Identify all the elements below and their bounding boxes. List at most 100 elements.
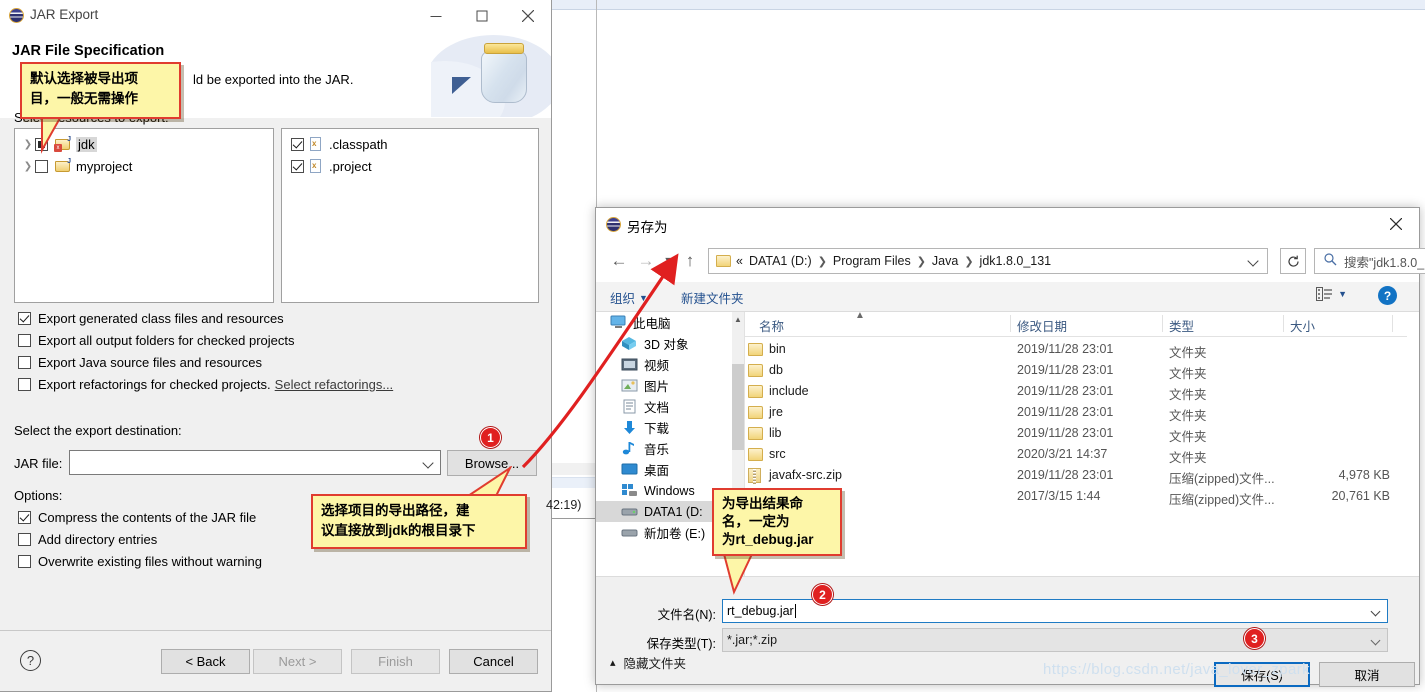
option-compress-contents[interactable]: Compress the contents of the JAR file [18, 510, 256, 525]
scrollbar-thumb[interactable] [732, 364, 744, 450]
breadcrumb-item-3[interactable]: jdk1.8.0_131 [980, 254, 1052, 268]
nav-item-label: 此电脑 [633, 317, 671, 331]
table-row[interactable]: lib 2019/11/28 23:01 文件夹 [745, 424, 1419, 445]
list-item-project[interactable]: x .project [282, 155, 538, 177]
file-type: 文件夹 [1169, 367, 1207, 381]
file-list[interactable]: 名称 修改日期 类型 大小 ▲ bin 2019/11/28 23:01 文件夹… [745, 312, 1419, 577]
filetype-select[interactable]: *.jar;*.zip [722, 628, 1388, 652]
checkbox-overwrite[interactable] [18, 555, 31, 568]
file-size: 20,761 KB [1331, 489, 1390, 503]
breadcrumb-item-2[interactable]: Java [932, 254, 958, 268]
nav-item-documents[interactable]: 文档 [596, 396, 744, 417]
table-row[interactable]: include 2019/11/28 23:01 文件夹 [745, 382, 1419, 403]
checkbox-myproject[interactable] [35, 159, 48, 173]
table-row[interactable]: javafx-src.zip 2019/11/28 23:01 压缩(zippe… [745, 466, 1419, 487]
option-export-refactorings[interactable]: Export refactorings for checked projects… [18, 377, 393, 392]
search-placeholder-text: 搜索"jdk1.8.0_131" [1344, 255, 1425, 270]
jar-export-body: Select resources to export: ❯ Jx jdk ❯ J… [0, 110, 551, 631]
checkbox-compress[interactable] [18, 511, 31, 524]
option-overwrite-existing[interactable]: Overwrite existing files without warning [18, 554, 262, 569]
breadcrumb[interactable]: « DATA1 (D:) ❯ Program Files ❯ Java ❯ jd… [708, 248, 1268, 274]
column-header-type[interactable]: 类型 [1169, 316, 1194, 335]
file-modified: 2019/11/28 23:01 [1017, 426, 1114, 440]
option-add-directory-entries[interactable]: Add directory entries [18, 532, 157, 547]
checkbox-export-java-source[interactable] [18, 356, 31, 369]
folder-icon [748, 343, 763, 356]
nav-item-music[interactable]: 音乐 [596, 438, 744, 459]
checkbox-project[interactable] [291, 159, 304, 173]
table-row[interactable]: src 2020/3/21 14:37 文件夹 [745, 445, 1419, 466]
chevron-down-icon[interactable] [1370, 635, 1381, 646]
cancel-button[interactable]: Cancel [449, 649, 538, 674]
nav-item-desktop[interactable]: 桌面 [596, 459, 744, 480]
folder-icon [748, 385, 763, 398]
checkbox-classpath[interactable] [291, 137, 304, 151]
nav-item-downloads[interactable]: 下载 [596, 417, 744, 438]
breadcrumb-item-0[interactable]: DATA1 (D:) [749, 254, 812, 268]
nav-item-pictures[interactable]: 图片 [596, 375, 744, 396]
checkbox-export-output-folders[interactable] [18, 334, 31, 347]
maximize-icon[interactable] [459, 0, 505, 31]
drive-icon [621, 525, 638, 540]
chevron-down-icon[interactable] [1370, 606, 1381, 617]
jar-file-input[interactable] [69, 450, 441, 475]
option-label: Export all output folders for checked pr… [38, 333, 295, 348]
column-header-size[interactable]: 大小 [1290, 316, 1315, 335]
help-icon[interactable]: ? [1378, 286, 1397, 305]
refresh-icon[interactable] [1280, 248, 1306, 274]
up-arrow-icon[interactable]: ↑ [680, 250, 700, 272]
option-label: Overwrite existing files without warning [38, 554, 262, 569]
jar-export-titlebar[interactable]: JAR Export [0, 0, 551, 31]
help-icon[interactable]: ? [20, 650, 41, 671]
cancel-button[interactable]: 取消 [1319, 662, 1415, 687]
checkbox-export-refactorings[interactable] [18, 378, 31, 391]
view-list-icon[interactable]: ▼ [1316, 287, 1347, 301]
resource-list-right[interactable]: x .classpath x .project [281, 128, 539, 303]
checkbox-export-generated[interactable] [18, 312, 31, 325]
table-row[interactable]: db 2019/11/28 23:01 文件夹 [745, 361, 1419, 382]
minimize-icon[interactable] [413, 0, 459, 31]
3d-objects-icon [621, 336, 638, 351]
filetype-label: 保存类型(T): [646, 637, 716, 651]
chevron-down-icon[interactable]: ▼ [661, 252, 675, 268]
option-export-all-output-folders[interactable]: Export all output folders for checked pr… [18, 333, 295, 348]
option-export-java-source[interactable]: Export Java source files and resources [18, 355, 262, 370]
next-button: Next > [253, 649, 342, 674]
folder-icon [748, 406, 763, 419]
list-item-classpath[interactable]: x .classpath [282, 133, 538, 155]
chevron-down-icon[interactable]: ▼ [1338, 289, 1347, 299]
file-list-header[interactable]: 名称 修改日期 类型 大小 ▲ [745, 312, 1419, 337]
breadcrumb-item-1[interactable]: Program Files [833, 254, 911, 268]
organize-button[interactable]: 组织 ▼ [610, 288, 648, 307]
back-arrow-icon[interactable]: ← [608, 250, 630, 272]
nav-item-label: Windows [644, 483, 695, 498]
nav-item-this-pc[interactable]: 此电脑 [596, 312, 744, 333]
file-list-scrollbar[interactable] [1407, 336, 1419, 577]
scroll-up-icon[interactable]: ▲ [732, 312, 744, 326]
option-export-generated-class-files[interactable]: Export generated class files and resourc… [18, 311, 284, 326]
desktop-icon [621, 462, 638, 477]
nav-item-3d-objects[interactable]: 3D 对象 [596, 333, 744, 354]
checkbox-add-dir-entries[interactable] [18, 533, 31, 546]
table-row[interactable]: bin 2019/11/28 23:01 文件夹 [745, 340, 1419, 361]
select-refactorings-link[interactable]: Select refactorings... [275, 377, 394, 392]
close-icon[interactable] [1373, 208, 1419, 240]
options-label: Options: [14, 488, 63, 503]
chevron-down-icon[interactable] [422, 457, 434, 469]
column-header-name[interactable]: 名称 [759, 316, 784, 335]
search-input[interactable]: 搜索"jdk1.8.0_131" [1314, 248, 1425, 274]
videos-icon [621, 357, 638, 372]
chevron-right-icon[interactable]: ❯ [21, 161, 35, 172]
save-as-titlebar[interactable]: 另存为 [596, 208, 1419, 240]
nav-item-videos[interactable]: 视频 [596, 354, 744, 375]
chevron-down-icon[interactable] [1247, 255, 1259, 267]
table-row[interactable]: jre 2019/11/28 23:01 文件夹 [745, 403, 1419, 424]
new-folder-button[interactable]: 新建文件夹 [681, 288, 744, 307]
close-icon[interactable] [505, 0, 551, 31]
column-header-modified[interactable]: 修改日期 [1017, 316, 1067, 335]
breadcrumb-prefix: « [736, 254, 743, 268]
hide-folders-toggle[interactable]: ▴ 隐藏文件夹 [610, 653, 686, 672]
back-button[interactable]: < Back [161, 649, 250, 674]
folder-icon [748, 364, 763, 377]
table-row[interactable]: 2017/3/15 1:44 压缩(zipped)文件... 20,761 KB [745, 487, 1419, 508]
